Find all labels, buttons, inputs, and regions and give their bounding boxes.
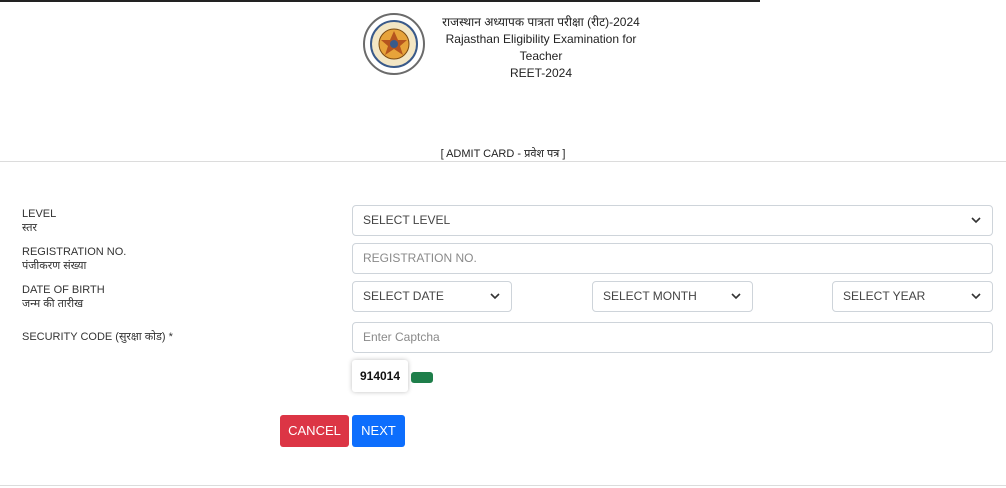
- dob-label: DATE OF BIRTH जन्म की तारीख: [22, 284, 105, 310]
- dob-date-value: SELECT DATE: [363, 289, 444, 303]
- title-hindi: राजस्थान अध्यापक पात्रता परीक्षा (रीट)-2…: [442, 15, 640, 29]
- rajasthan-seal-icon: [363, 13, 425, 75]
- section-title: [ ADMIT CARD - प्रवेश पत्र ]: [440, 148, 566, 160]
- header-titles: राजस्थान अध्यापक पात्रता परीक्षा (रीट)-2…: [426, 14, 656, 82]
- page-header: राजस्थान अध्यापक पात्रता परीक्षा (रीट)-2…: [362, 10, 662, 80]
- dob-date-select[interactable]: SELECT DATE: [352, 281, 512, 312]
- chevron-down-icon: [971, 217, 981, 224]
- dob-year-value: SELECT YEAR: [843, 289, 926, 303]
- next-button[interactable]: NEXT: [352, 415, 405, 447]
- title-english: Rajasthan Eligibility Examination for Te…: [445, 32, 637, 63]
- refresh-captcha-icon[interactable]: [411, 372, 433, 383]
- dob-year-select[interactable]: SELECT YEAR: [832, 281, 993, 312]
- captcha-code: 914014: [352, 360, 408, 392]
- level-select[interactable]: SELECT LEVEL: [352, 205, 993, 236]
- chevron-down-icon: [971, 293, 981, 300]
- level-label: LEVEL स्तर: [22, 208, 57, 234]
- security-label: SECURITY CODE (सुरक्षा कोड) *: [22, 331, 173, 343]
- captcha-placeholder: Enter Captcha: [363, 330, 440, 344]
- dob-month-value: SELECT MONTH: [603, 289, 697, 303]
- divider-top: [0, 161, 1006, 162]
- registration-label: REGISTRATION NO. पंजीकरण संख्या: [22, 246, 127, 272]
- top-border: [0, 0, 760, 2]
- captcha-input[interactable]: Enter Captcha: [352, 322, 993, 353]
- registration-input[interactable]: REGISTRATION NO.: [352, 243, 993, 274]
- level-select-value: SELECT LEVEL: [363, 213, 451, 227]
- registration-placeholder: REGISTRATION NO.: [363, 251, 477, 265]
- title-short: REET-2024: [509, 66, 573, 80]
- cancel-button[interactable]: CANCEL: [280, 415, 349, 447]
- chevron-down-icon: [731, 293, 741, 300]
- divider-bottom: [0, 485, 1006, 486]
- dob-month-select[interactable]: SELECT MONTH: [592, 281, 753, 312]
- chevron-down-icon: [490, 293, 500, 300]
